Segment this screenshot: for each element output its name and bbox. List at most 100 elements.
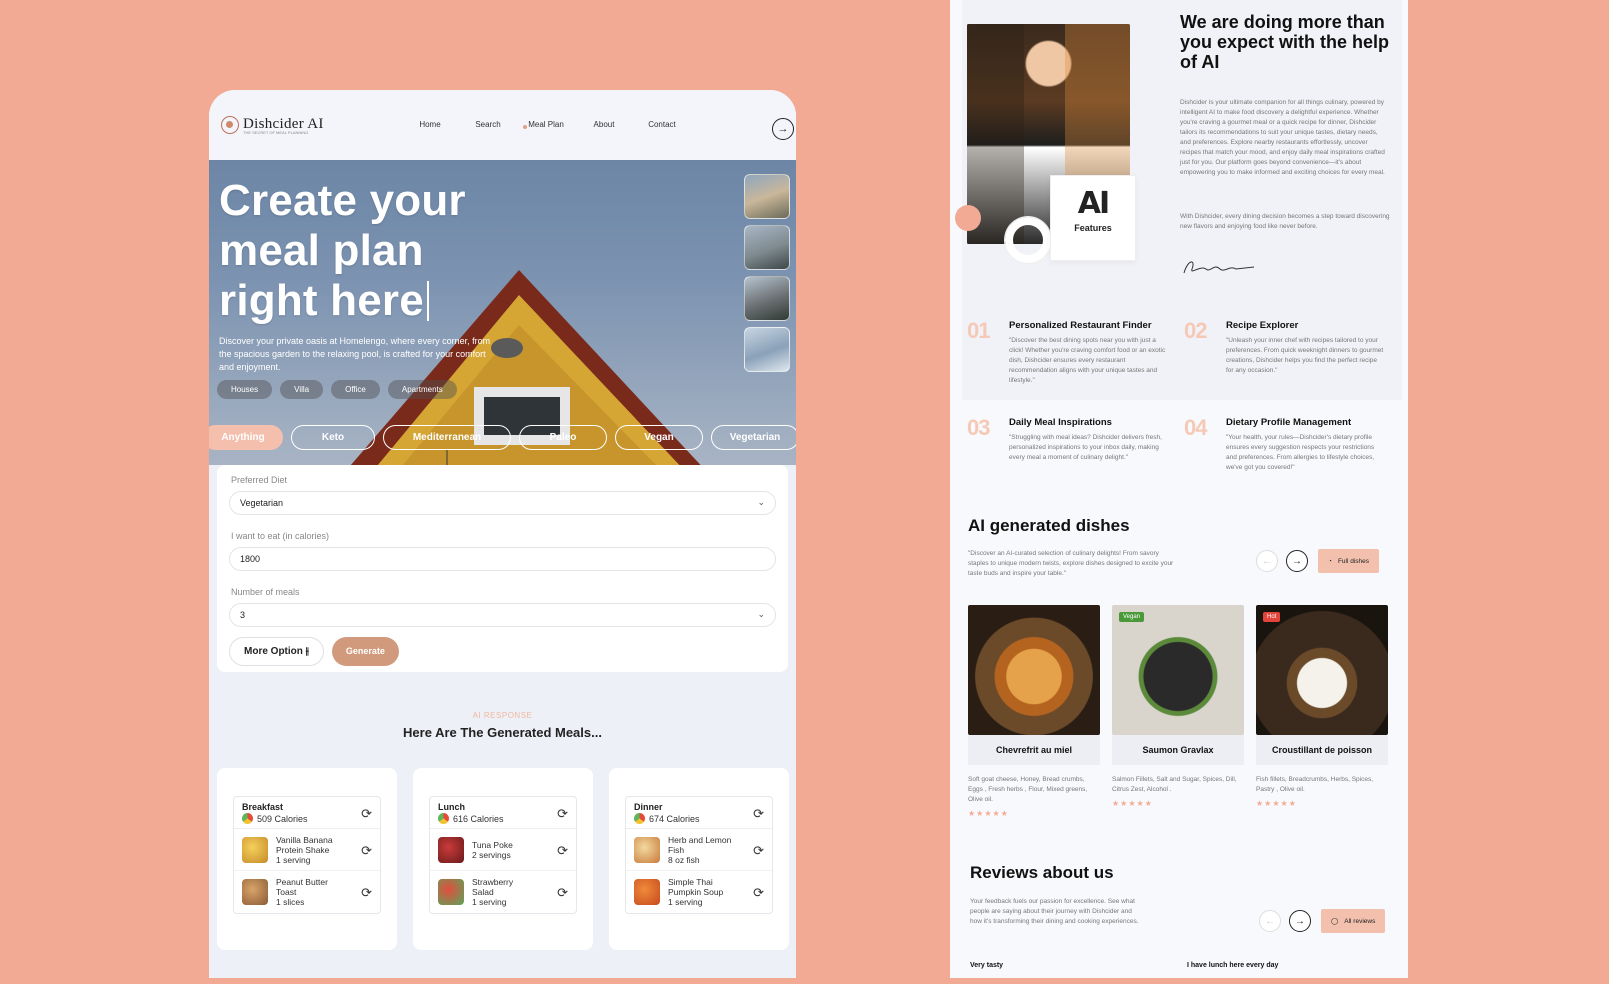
meal-item-name2: Toast xyxy=(276,887,297,897)
tab-office[interactable]: Office xyxy=(331,380,380,399)
refresh-icon[interactable]: ⟳ xyxy=(361,885,372,901)
dish-ingredients: Soft goat cheese, Honey, Bread crumbs, E… xyxy=(968,776,1088,803)
refresh-icon[interactable]: ⟳ xyxy=(557,843,568,859)
dish-card[interactable]: Hot Croustillant de poisson Fish fillets… xyxy=(1256,605,1388,808)
property-tabs: Houses Villa Office Apartments xyxy=(217,380,457,399)
dish-name: Saumon Gravlax xyxy=(1112,735,1244,765)
meal-calories: 616 Calories xyxy=(453,813,504,824)
landing-page: AI Features We are doing more than you e… xyxy=(950,0,1408,978)
meals-select-value: 3 xyxy=(240,610,246,620)
ai-response-label: AI RESPONSE xyxy=(472,711,533,720)
refresh-icon[interactable]: ⟳ xyxy=(753,806,764,822)
feature-title: Recipe Explorer xyxy=(1226,320,1299,331)
meal-item-serving: 8 oz fish xyxy=(668,854,700,865)
tuna-poke-image xyxy=(438,836,464,863)
about-paragraph-2: With Dishcider, every dining decision be… xyxy=(1180,213,1390,230)
meal-item-serving: 1 serving xyxy=(276,854,311,865)
diet-keto[interactable]: Keto xyxy=(291,425,375,450)
diet-anything[interactable]: Anything xyxy=(209,425,283,450)
feature-desc: "Struggling with meal ideas? Dishcider d… xyxy=(1009,434,1162,461)
feature-title: Daily Meal Inspirations xyxy=(1009,417,1112,428)
banana-shake-image xyxy=(242,836,268,863)
diet-paleo[interactable]: Paleo xyxy=(519,425,607,450)
login-icon[interactable]: → xyxy=(772,118,794,140)
nav-home[interactable]: Home xyxy=(401,120,459,130)
refresh-icon[interactable]: ⟳ xyxy=(361,843,372,859)
nav-about[interactable]: About xyxy=(575,120,633,130)
refresh-icon[interactable]: ⟳ xyxy=(361,806,372,822)
diet-vegan[interactable]: Vegan xyxy=(615,425,703,450)
nutrition-pie-icon xyxy=(438,813,449,824)
chevron-down-icon: ⌄ xyxy=(757,497,765,507)
more-option-button[interactable]: More Option ⫲ xyxy=(229,637,324,666)
tab-villa[interactable]: Villa xyxy=(280,380,324,399)
feature-title: Dietary Profile Management xyxy=(1226,417,1352,428)
meal-name: Dinner xyxy=(634,802,663,812)
feature-number: 03 xyxy=(967,415,991,440)
hero-title-line3: right here xyxy=(219,276,424,325)
calories-input[interactable]: 1800 xyxy=(229,547,776,571)
meal-card-lunch: Lunch 616 Calories ⟳ Tuna Poke 2 servings… xyxy=(413,768,593,950)
all-reviews-button[interactable]: ◯ All reviews xyxy=(1321,909,1386,933)
meal-calories: 674 Calories xyxy=(649,813,700,824)
logo-icon xyxy=(221,116,239,134)
text-caret xyxy=(426,281,429,321)
nav-meal-plan[interactable]: Meal Plan xyxy=(517,120,575,130)
ai-logo-icon: AI xyxy=(1077,186,1110,221)
prev-arrow-icon[interactable]: ← xyxy=(1256,550,1278,572)
dish-card[interactable]: Vegan Saumon Gravlax Salmon Fillets, Sal… xyxy=(1112,605,1244,808)
hero-section: Create your meal plan right here Discove… xyxy=(209,160,796,465)
chevron-down-icon: ⌄ xyxy=(757,609,765,619)
top-navigation: Dishcider AI THE SECRET OF MEAL PLANNING… xyxy=(209,90,796,160)
feature-desc: "Unleash your inner chef with recipes ta… xyxy=(1226,337,1384,374)
refresh-icon[interactable]: ⟳ xyxy=(753,885,764,901)
meal-item-serving: 1 serving xyxy=(668,897,703,907)
about-paragraph: Dishcider is your ultimate companion for… xyxy=(1180,99,1385,176)
decorative-circle xyxy=(1005,217,1051,263)
hot-badge: Hot xyxy=(1263,612,1281,622)
dish-image xyxy=(968,605,1100,735)
generate-button[interactable]: Generate xyxy=(331,637,399,666)
tab-houses[interactable]: Houses xyxy=(217,380,273,399)
dish-card[interactable]: Chevrefrit au miel Soft goat cheese, Hon… xyxy=(968,605,1100,818)
tab-apartments[interactable]: Apartments xyxy=(387,380,457,399)
diet-label: Preferred Diet xyxy=(231,475,288,485)
logo[interactable]: Dishcider AI THE SECRET OF MEAL PLANNING xyxy=(221,115,391,135)
prev-arrow-icon[interactable]: ← xyxy=(1259,910,1281,932)
dish-image: Vegan xyxy=(1112,605,1244,735)
full-dishes-button[interactable]: ◔ Full dishes xyxy=(1318,549,1380,573)
diet-select[interactable]: Vegetarian ⌄ xyxy=(229,491,776,515)
meals-label: Number of meals xyxy=(231,587,300,597)
meal-item-name2: Salad xyxy=(472,887,494,897)
diet-mediterranean[interactable]: Mediterranean xyxy=(383,425,511,450)
nav-contact[interactable]: Contact xyxy=(633,120,691,130)
nutrition-pie-icon xyxy=(634,813,645,824)
refresh-icon[interactable]: ⟳ xyxy=(753,843,764,859)
meal-item-serving: 1 serving xyxy=(472,897,507,907)
rating-stars: ★★★★★ xyxy=(968,809,1009,818)
thumbnail[interactable] xyxy=(744,276,790,321)
rating-stars: ★★★★★ xyxy=(1112,799,1153,808)
next-arrow-icon[interactable]: → xyxy=(1286,550,1308,572)
meals-select[interactable]: 3 ⌄ xyxy=(229,603,776,627)
nav-search[interactable]: Search xyxy=(459,120,517,130)
meal-item: Strawberry Salad 1 serving ⟳ xyxy=(430,871,576,913)
meal-item: Tuna Poke 2 servings ⟳ xyxy=(430,829,576,871)
feature-desc: "Your health, your rules—Dishcider's die… xyxy=(1226,434,1375,471)
meal-item-name2: Pumpkin Soup xyxy=(668,887,724,897)
diet-vegetarian[interactable]: Vegetarian xyxy=(711,425,796,450)
pumpkin-soup-image xyxy=(634,879,660,905)
meal-header: Dinner 674 Calories ⟳ xyxy=(626,797,772,829)
refresh-icon[interactable]: ⟳ xyxy=(557,806,568,822)
thumbnail[interactable] xyxy=(744,174,790,219)
thumbnail[interactable] xyxy=(744,225,790,270)
refresh-icon[interactable]: ⟳ xyxy=(557,885,568,901)
strawberry-salad-image xyxy=(438,879,464,905)
full-dishes-label: Full dishes xyxy=(1337,557,1370,565)
reviews-description: Your feedback fuels our passion for exce… xyxy=(970,898,1139,925)
dishes-title: AI generated dishes xyxy=(968,516,1130,535)
thumbnail[interactable] xyxy=(744,327,790,372)
next-arrow-icon[interactable]: → xyxy=(1289,910,1311,932)
feature-number: 01 xyxy=(967,318,991,343)
meal-planner-app: Dishcider AI THE SECRET OF MEAL PLANNING… xyxy=(209,90,796,978)
